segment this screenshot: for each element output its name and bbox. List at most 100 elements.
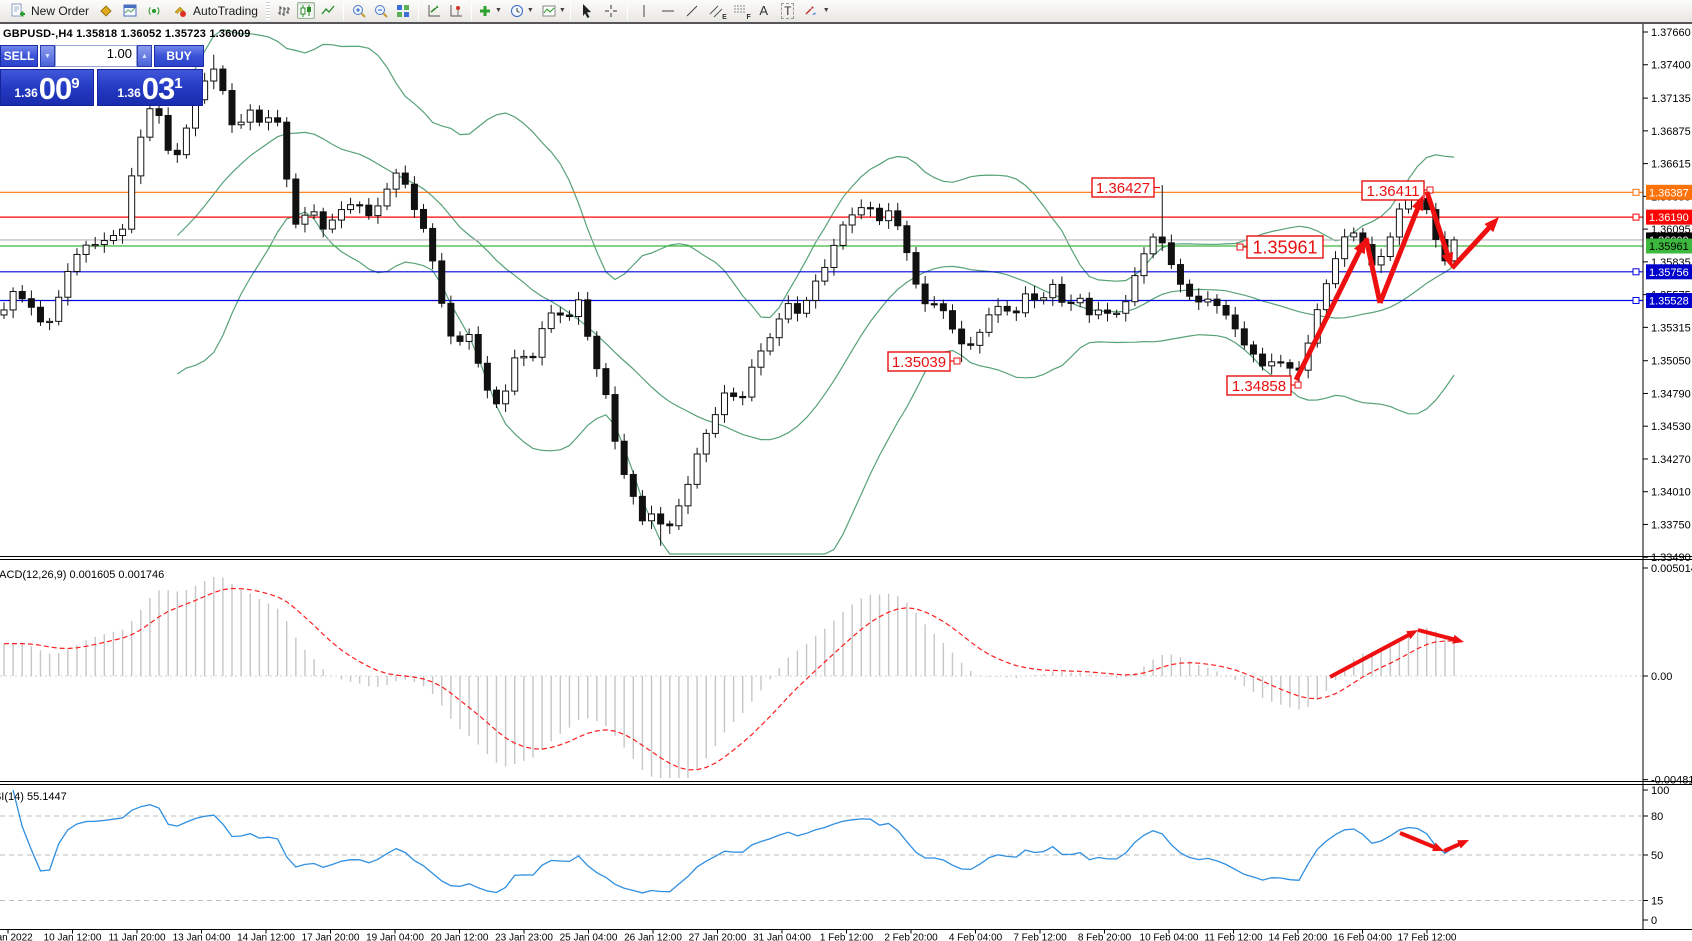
horizontal-level-lines [0, 189, 1643, 303]
cursor-icon[interactable] [578, 2, 596, 19]
horizontal-line-tool-icon[interactable] [659, 2, 677, 19]
toolbar-separator [570, 2, 571, 20]
volume-increase-button[interactable]: ▲ [137, 45, 152, 67]
buy-price-display[interactable]: 1.36 03 1 [97, 69, 203, 106]
market-watch-icon[interactable] [97, 2, 115, 19]
toolbar-separator [418, 2, 419, 20]
tile-windows-icon[interactable] [394, 2, 412, 19]
svg-text:7 Feb 12:00: 7 Feb 12:00 [1013, 933, 1067, 941]
toolbar-separator [627, 2, 628, 20]
indicators-icon[interactable] [540, 2, 558, 19]
text-tool-icon[interactable]: A [755, 2, 773, 19]
new-chart-dropdown-icon[interactable]: ▼ [495, 7, 502, 14]
level-line-handle[interactable] [1633, 269, 1639, 275]
svg-text:1.35315: 1.35315 [1651, 322, 1691, 334]
trend-arrow[interactable] [1296, 249, 1361, 380]
svg-text:23 Jan 23:00: 23 Jan 23:00 [495, 933, 553, 941]
indicators-dropdown-icon[interactable]: ▼ [559, 7, 566, 14]
level-line-handle[interactable] [1633, 214, 1639, 220]
volume-decrease-button[interactable]: ▼ [40, 45, 55, 67]
level-line-handle[interactable] [1633, 298, 1639, 304]
svg-text:15: 15 [1651, 896, 1663, 908]
svg-text:1.36875: 1.36875 [1651, 126, 1691, 138]
zoom-in-icon[interactable] [350, 2, 368, 19]
arrows-dropdown-icon[interactable]: ▼ [823, 7, 830, 14]
svg-text:1.37135: 1.37135 [1651, 93, 1691, 105]
data-window-icon[interactable] [121, 2, 139, 19]
channel-tool-icon[interactable]: E [707, 2, 725, 19]
period-dropdown-icon[interactable]: ▼ [527, 7, 534, 14]
svg-text:13 Jan 04:00: 13 Jan 04:00 [173, 933, 231, 941]
svg-text:1.36190: 1.36190 [1649, 212, 1689, 224]
annotation-1.35961[interactable]: 1.35961 [1237, 236, 1323, 258]
level-line-handle[interactable] [1633, 189, 1639, 195]
svg-text:1.36427: 1.36427 [1096, 180, 1150, 197]
text-tool-letter: A [759, 3, 768, 18]
svg-text:1.35756: 1.35756 [1649, 267, 1689, 279]
sell-price-small: 1.36 [14, 86, 37, 100]
svg-text:1.35039: 1.35039 [892, 354, 946, 371]
bollinger-upper-band [177, 30, 1454, 318]
sell-price-big: 00 [39, 72, 71, 105]
svg-text:1.35528: 1.35528 [1649, 296, 1689, 308]
annotation-1.34858[interactable]: 1.34858 [1227, 376, 1301, 395]
volume-field[interactable]: 1.00 [55, 45, 137, 67]
zoom-out-icon[interactable] [372, 2, 390, 19]
svg-text:10 Jan 12:00: 10 Jan 12:00 [44, 933, 102, 941]
auto-scroll-icon[interactable] [425, 2, 443, 19]
svg-text:19 Jan 04:00: 19 Jan 04:00 [366, 933, 424, 941]
rsi-axis-ticks: 1008050150 [1643, 785, 1669, 927]
svg-text:31 Jan 04:00: 31 Jan 04:00 [753, 933, 811, 941]
time-axis-labels: 7 Jan 202210 Jan 12:0011 Jan 20:0013 Jan… [0, 930, 1457, 941]
sell-price-sup: 9 [71, 75, 79, 92]
sell-button[interactable]: SELL [0, 45, 38, 67]
trend-arrow[interactable] [1418, 630, 1456, 640]
autotrading-button[interactable]: AutoTrading [166, 1, 263, 21]
svg-text:1.37400: 1.37400 [1651, 60, 1691, 72]
sound-alert-icon[interactable] [145, 2, 163, 19]
svg-text:7 Jan 2022: 7 Jan 2022 [0, 933, 33, 941]
vertical-line-tool-icon[interactable] [635, 2, 653, 19]
candlestick-chart-icon[interactable] [297, 2, 315, 19]
crosshair-icon[interactable] [602, 2, 620, 19]
bar-chart-icon[interactable] [275, 2, 293, 19]
text-label-tool-icon[interactable]: T [779, 2, 797, 19]
period-clock-icon[interactable] [508, 2, 526, 19]
trend-arrow-head [1457, 840, 1469, 849]
svg-text:1.36387: 1.36387 [1649, 187, 1689, 199]
sell-price-display[interactable]: 1.36 00 9 [0, 69, 94, 106]
chart-canvas[interactable]: 1.376601.374001.371351.368751.366151.363… [0, 0, 1692, 941]
svg-text:1.35961: 1.35961 [1649, 241, 1689, 253]
svg-text:10 Feb 04:00: 10 Feb 04:00 [1140, 933, 1199, 941]
trend-arrow[interactable] [1452, 226, 1491, 268]
svg-text:4 Feb 04:00: 4 Feb 04:00 [949, 933, 1003, 941]
label-tool-letter: T [781, 3, 794, 19]
svg-text:1.34790: 1.34790 [1651, 388, 1691, 400]
svg-text:14 Feb 20:00: 14 Feb 20:00 [1269, 933, 1328, 941]
annotation-1.36427[interactable]: 1.36427 [1092, 178, 1160, 197]
buy-price-small: 1.36 [117, 86, 140, 100]
toolbar-separator [471, 2, 472, 20]
buy-button[interactable]: BUY [154, 45, 204, 67]
main-toolbar: New Order AutoTrading ▼ [0, 0, 1692, 24]
svg-text:1.36615: 1.36615 [1651, 159, 1691, 171]
trendline-tool-icon[interactable] [683, 2, 701, 19]
svg-text:1.35961: 1.35961 [1252, 237, 1317, 257]
buy-price-big: 03 [142, 72, 174, 105]
annotation-1.35039[interactable]: 1.35039 [888, 352, 960, 371]
new-chart-icon[interactable] [476, 2, 494, 19]
svg-text:27 Jan 20:00: 27 Jan 20:00 [689, 933, 747, 941]
new-order-button[interactable]: New Order [4, 1, 94, 21]
svg-text:0.00: 0.00 [1651, 671, 1672, 683]
svg-text:0.005014: 0.005014 [1651, 563, 1692, 575]
trend-arrow-head [1452, 635, 1464, 644]
new-order-label: New Order [31, 4, 89, 18]
line-chart-icon[interactable] [319, 2, 337, 19]
macd-indicator-label: MACD(12,26,9) 0.001605 0.001746 [0, 569, 164, 581]
chart-shift-icon[interactable] [447, 2, 465, 19]
rsi-line [13, 790, 1454, 893]
fibonacci-tool-icon[interactable]: F [731, 2, 749, 19]
new-order-icon [9, 2, 27, 19]
arrows-tool-icon[interactable] [802, 2, 820, 19]
trend-arrow[interactable] [1427, 192, 1448, 257]
